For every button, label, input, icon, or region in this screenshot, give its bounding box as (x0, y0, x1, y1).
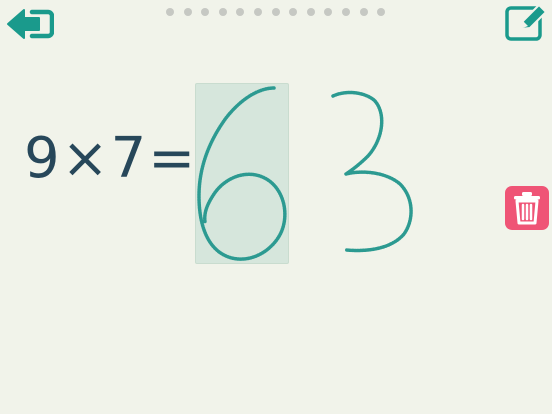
clear-button[interactable] (505, 186, 549, 230)
operator: × (61, 126, 109, 191)
progress-dot (289, 8, 298, 16)
exit-arrow-icon (7, 9, 55, 39)
progress-dot (166, 8, 174, 16)
active-digit-box[interactable] (195, 83, 289, 264)
progress-dot (324, 8, 333, 16)
operand-b: 7 (110, 126, 147, 191)
progress-dot (183, 8, 192, 16)
progress-dot (201, 8, 210, 16)
progress-dot (271, 8, 280, 16)
equals-sign: = (148, 126, 196, 191)
back-button[interactable] (6, 4, 55, 44)
progress-dot (236, 8, 245, 16)
handwritten-digit-3 (331, 90, 413, 253)
edit-button[interactable] (504, 4, 548, 42)
progress-dot (253, 8, 262, 16)
operand-a: 9 (24, 126, 60, 191)
pencil-edit-icon (505, 4, 547, 41)
progress-dot (359, 8, 368, 16)
progress-indicator (166, 8, 386, 16)
progress-dot (377, 8, 386, 16)
progress-dot (218, 8, 227, 16)
trash-icon (514, 192, 540, 225)
progress-dot (306, 8, 315, 16)
progress-dot (341, 8, 350, 16)
